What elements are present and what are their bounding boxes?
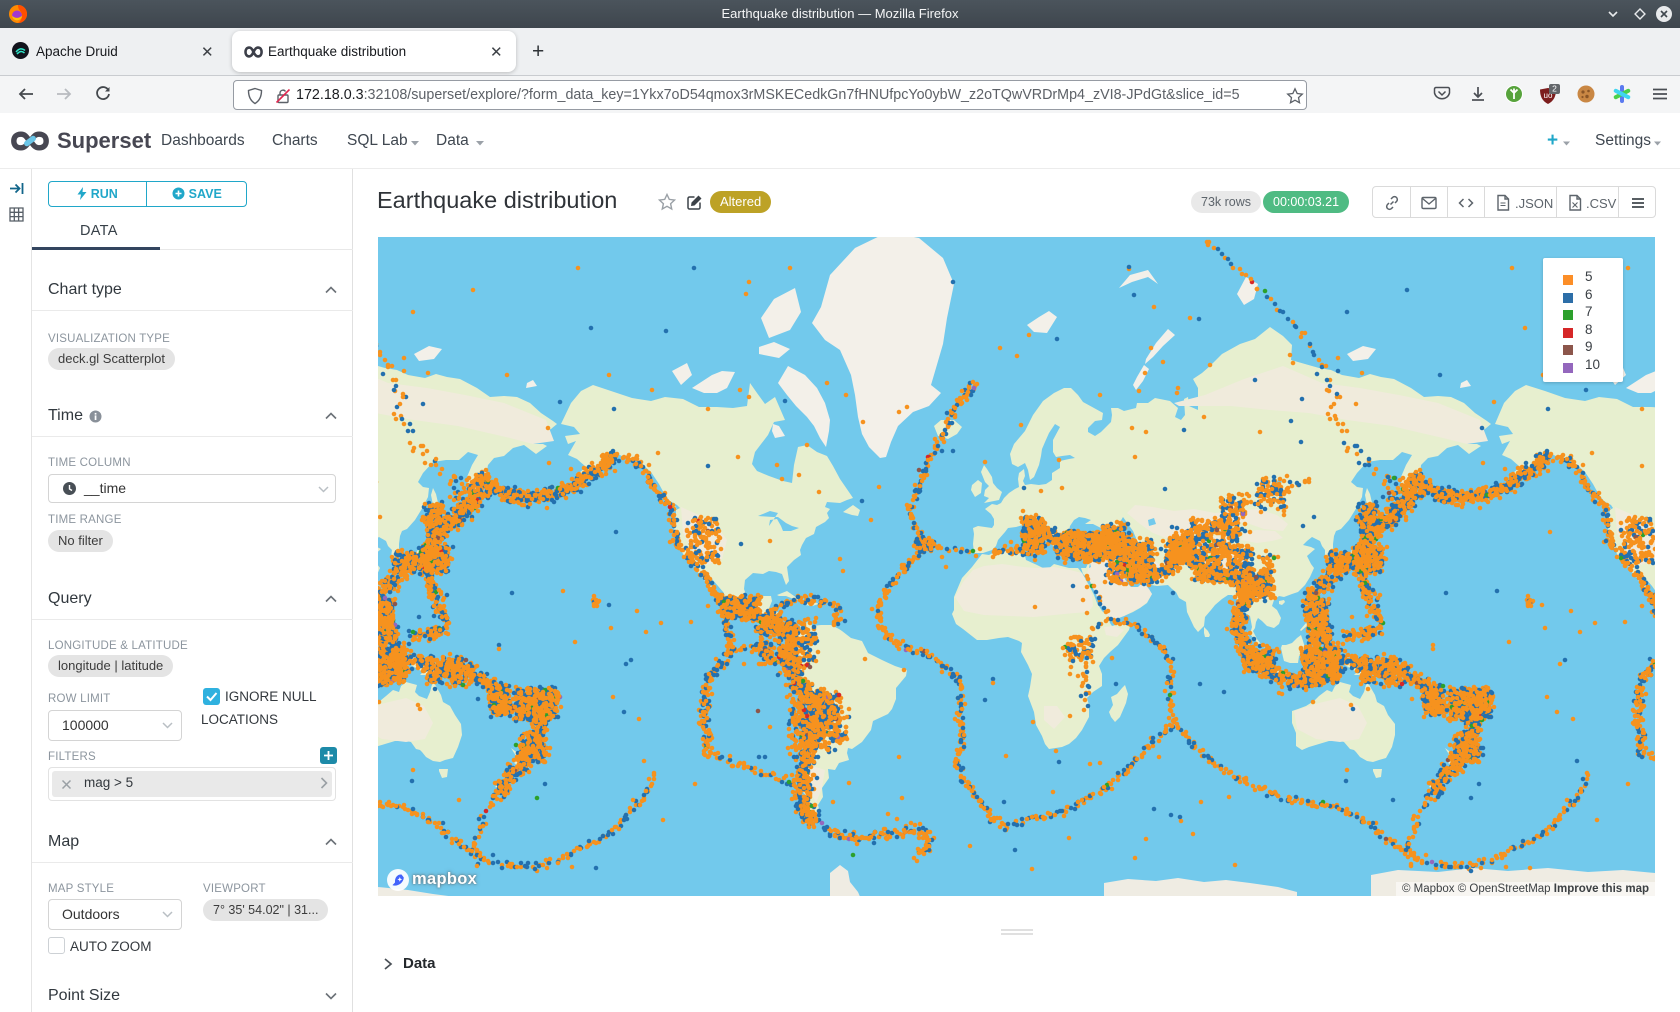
svg-text:2: 2 xyxy=(1552,84,1557,94)
